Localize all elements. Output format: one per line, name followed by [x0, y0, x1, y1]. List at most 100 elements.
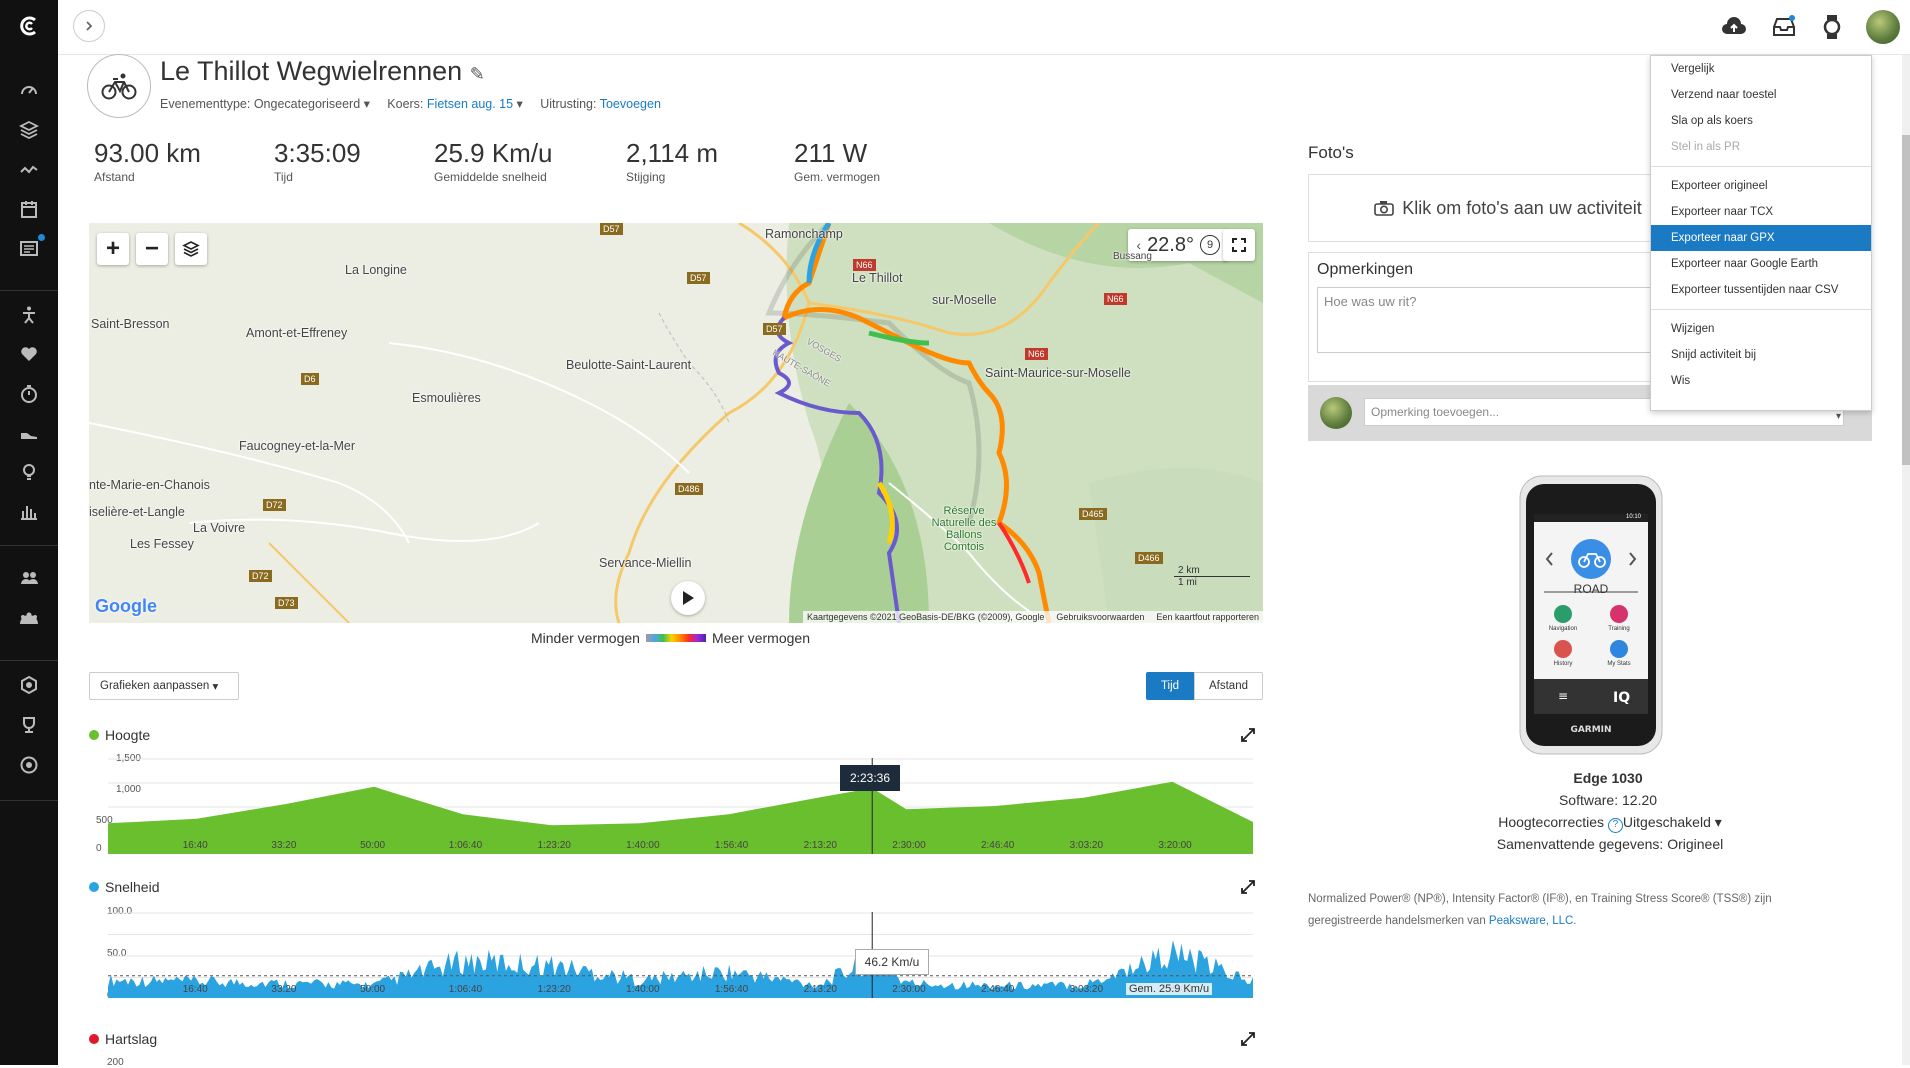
stat-avg-power: 211 W Gem. vermogen: [794, 140, 880, 184]
heartrate-title: Hartslag: [105, 1031, 158, 1047]
x-tick: 16:40: [182, 984, 208, 995]
stat-value: 3:35:09: [274, 138, 361, 168]
page-scrollbar[interactable]: [1902, 55, 1910, 1065]
x-tick: 1:40:00: [626, 840, 660, 851]
calendar-icon[interactable]: [17, 197, 41, 221]
event-type-dropdown[interactable]: Ongecategoriseerd: [254, 97, 360, 111]
stat-label: Gemiddelde snelheid: [434, 170, 547, 184]
expand-chart-icon[interactable]: [1241, 1032, 1255, 1046]
x-tick: 3:03:20: [1069, 984, 1104, 995]
help-question-icon[interactable]: ?: [1607, 818, 1623, 833]
menu-item-save-as-course[interactable]: Sla op als koers: [1651, 108, 1871, 134]
customize-charts-label: Grafieken aanpassen: [100, 680, 210, 692]
sync-upload-cloud-icon[interactable]: [1720, 13, 1748, 41]
chevron-right-icon: [86, 21, 93, 31]
add-photos-area[interactable]: Klik om foto's aan uw activiteit: [1308, 174, 1708, 242]
scrollbar-thumb[interactable]: [1902, 135, 1910, 465]
menu-item-export-splits-csv[interactable]: Exporteer tussentijden naar CSV: [1651, 277, 1871, 303]
x-tick: 3:03:20: [1069, 840, 1104, 851]
elevation-corrections-dropdown[interactable]: Uitgeschakeld: [1623, 814, 1711, 830]
device-watch-icon[interactable]: [1818, 13, 1846, 41]
trophy-icon[interactable]: [17, 713, 41, 737]
map-place-label: iselière-et-Langle: [89, 505, 185, 519]
scale-km: 2 km: [1174, 565, 1250, 577]
menu-item-edit[interactable]: Wijzigen: [1651, 316, 1871, 342]
power-gradient-bar: [645, 634, 706, 642]
stopwatch-icon[interactable]: [17, 382, 41, 406]
time-toggle-button[interactable]: Tijd: [1146, 672, 1194, 700]
customize-charts-dropdown[interactable]: Grafieken aanpassen ▾: [89, 672, 239, 700]
map-place-label: Servance-Miellin: [599, 556, 692, 570]
training-icon[interactable]: [17, 303, 41, 327]
menu-item-export-gpx[interactable]: Exporteer naar GPX: [1651, 225, 1871, 251]
zoom-in-button[interactable]: +: [97, 233, 129, 265]
menu-item-compare[interactable]: Vergelijk: [1651, 56, 1871, 82]
menu-item-delete[interactable]: Wis: [1651, 368, 1871, 394]
menu-item-export-original[interactable]: Exporteer origineel: [1651, 173, 1871, 199]
expand-sidebar-button[interactable]: [73, 10, 105, 42]
peaksware-link[interactable]: Peaksware, LLC.: [1489, 915, 1577, 927]
photos-title: Foto's: [1308, 143, 1354, 162]
fullscreen-button[interactable]: [1223, 229, 1255, 261]
news-feed-icon[interactable]: [17, 236, 41, 260]
route-map[interactable]: + − ‹ 22.8° 9 Ramonchamp La Longine Le T…: [89, 223, 1263, 623]
activity-type-cycling-icon: [87, 54, 151, 118]
x-tick: 3:20:00: [1158, 840, 1192, 851]
add-gear-link[interactable]: Toevoegen: [600, 97, 661, 111]
zoom-out-button[interactable]: −: [136, 233, 168, 265]
menu-item-export-tcx[interactable]: Exporteer naar TCX: [1651, 199, 1871, 225]
expand-chart-icon[interactable]: [1241, 880, 1255, 894]
menu-item-send-to-device[interactable]: Verzend naar toestel: [1651, 82, 1871, 108]
map-scale: 2 km 1 mi: [1174, 565, 1250, 588]
user-avatar[interactable]: [1866, 10, 1900, 44]
notes-textarea[interactable]: Hoe was uw rit?: [1317, 287, 1701, 353]
x-tick: 1:23:20: [537, 984, 571, 995]
map-layers-button[interactable]: [175, 233, 207, 265]
terms-link[interactable]: Gebruiksvoorwaarden: [1056, 612, 1144, 622]
x-tick: 16:40: [182, 840, 208, 851]
x-tick: 1:40:00: [626, 984, 660, 995]
layers-icon[interactable]: [17, 118, 41, 142]
notification-dot: [38, 234, 45, 241]
play-icon: [683, 591, 694, 605]
sidebar-divider: [0, 800, 58, 801]
reports-bar-icon[interactable]: [17, 499, 41, 523]
top-bar: [58, 0, 1910, 55]
challenges-target-icon[interactable]: [17, 753, 41, 777]
expand-chart-icon[interactable]: [1241, 728, 1255, 742]
dashboard-icon[interactable]: [17, 78, 41, 102]
road-label: N66: [853, 259, 876, 271]
road-label: D57: [763, 323, 786, 335]
insights-lightbulb-icon[interactable]: [17, 460, 41, 484]
device-name: Edge 1030: [1573, 770, 1643, 786]
road-label: D486: [675, 483, 703, 495]
camera-icon: [1374, 201, 1395, 216]
speed-legend-dot: [89, 882, 99, 892]
caret-down-icon[interactable]: ▾: [1836, 411, 1841, 422]
report-map-error-link[interactable]: Een kaartfout rapporteren: [1156, 612, 1259, 622]
speed-title: Snelheid: [105, 879, 160, 895]
connections-icon[interactable]: [17, 566, 41, 590]
groups-icon[interactable]: [17, 606, 41, 630]
badges-icon[interactable]: [17, 673, 41, 697]
caret-down-icon[interactable]: ▾: [1711, 814, 1722, 830]
caret-down-icon[interactable]: ▾: [513, 97, 523, 111]
activity-chart-icon[interactable]: [17, 158, 41, 182]
inbox-icon[interactable]: [1770, 13, 1798, 41]
health-heart-icon[interactable]: [17, 342, 41, 366]
legend-less-label: Minder vermogen: [531, 630, 640, 646]
x-tick: 2:30:00: [892, 840, 926, 851]
distance-toggle-button[interactable]: Afstand: [1194, 672, 1263, 700]
course-link[interactable]: Fietsen aug. 15: [427, 97, 513, 111]
garmin-connect-logo-icon[interactable]: [17, 14, 41, 38]
road-label: N66: [1025, 348, 1048, 360]
menu-item-trim-activity[interactable]: Snijd activiteit bij: [1651, 342, 1871, 368]
stat-label: Gem. vermogen: [794, 170, 881, 184]
map-place-label: Saint-Maurice-sur-Moselle: [985, 366, 1131, 380]
menu-item-export-google-earth[interactable]: Exporteer naar Google Earth: [1651, 251, 1871, 277]
chart-cursor-label: 2:23:36: [840, 765, 900, 791]
gear-shoe-icon[interactable]: [17, 421, 41, 445]
menu-divider: [1651, 309, 1871, 310]
play-route-button[interactable]: [671, 581, 705, 615]
edit-pencil-icon[interactable]: ✎: [470, 64, 485, 84]
